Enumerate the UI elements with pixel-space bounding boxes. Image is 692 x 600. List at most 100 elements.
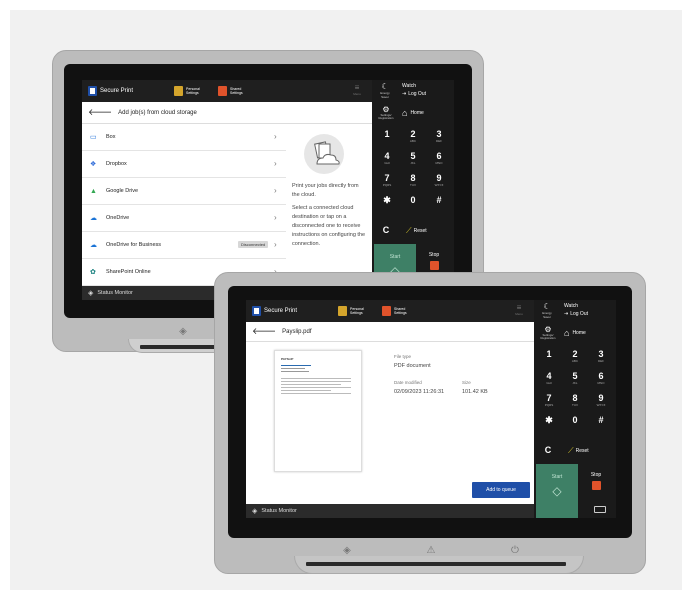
logout-icon: ⇥	[564, 311, 569, 317]
menu-icon: ≡	[516, 303, 522, 312]
home-hardware-icon[interactable]: ◈	[176, 325, 190, 339]
key-digit: 5	[410, 151, 416, 161]
keypad-key[interactable]: #	[590, 416, 612, 425]
document-preview: PAYSLIP	[274, 350, 362, 472]
title-bar: 🡐 Add job(s) from cloud storage	[82, 102, 372, 124]
cloud-storage-item[interactable]: ▭ Box ›	[82, 124, 286, 151]
side-panel: ☾ Energy Saver Watch ⇥ Log Out ⚙ Settings…	[372, 80, 454, 300]
keypad-key[interactable]: 0	[564, 416, 586, 425]
stop-icon	[429, 261, 439, 270]
date-modified-label: Date modified	[394, 380, 422, 385]
size-label: Size	[462, 380, 471, 385]
key-digit: 4	[384, 151, 390, 161]
user-name: Watch	[564, 303, 578, 309]
key-letters: GHI	[546, 381, 552, 385]
key-letters: TUV	[572, 403, 578, 407]
keyboard-icon[interactable]	[594, 506, 606, 513]
personal-settings-button[interactable]: Personal Settings	[338, 305, 376, 317]
secure-print-app-button[interactable]: Secure Print	[252, 305, 297, 317]
reset-button[interactable]: ⟋ Reset	[406, 226, 427, 236]
stop-icon	[591, 481, 601, 490]
keypad-key[interactable]: 6 MNO	[590, 371, 612, 386]
logout-button[interactable]: ⇥ Log Out	[564, 311, 588, 317]
back-arrow-icon[interactable]: 🡐	[252, 326, 276, 337]
keypad-key[interactable]: 8 TUV	[402, 174, 424, 188]
key-digit: 7	[384, 173, 390, 183]
back-screen: Secure Print Personal Settings Shared Se…	[82, 80, 454, 300]
keypad-key[interactable]: 0	[402, 196, 424, 205]
energy-saver-button[interactable]: ☾ Energy Saver	[538, 302, 556, 320]
key-digit: 6	[598, 371, 604, 381]
key-letters: WXYZ	[434, 183, 444, 187]
clear-key[interactable]: C	[540, 446, 556, 455]
reset-button[interactable]: ⟋ Reset	[568, 446, 589, 456]
key-digit: ✱	[383, 195, 391, 205]
keypad-key[interactable]: #	[428, 196, 450, 205]
stop-button[interactable]: Stop	[422, 252, 446, 270]
cloud-storage-item[interactable]: ☁ OneDrive for Business Disconnected ›	[82, 232, 286, 259]
file-type-value: PDF document	[394, 363, 431, 369]
energy-saver-button[interactable]: ☾ Energy Saver	[376, 83, 394, 100]
secure-print-app-button[interactable]: Secure Print	[88, 85, 133, 97]
keypad-key[interactable]: 2 ABC	[564, 350, 586, 364]
clear-key[interactable]: C	[378, 226, 394, 235]
keypad-key[interactable]: 2 ABC	[402, 130, 424, 144]
keypad-key[interactable]: 5 JKL	[402, 151, 424, 166]
shared-settings-button[interactable]: Shared Settings	[382, 305, 418, 317]
cloud-service-label: OneDrive for Business	[106, 242, 162, 248]
keypad-key[interactable]: 9 WXYZ	[590, 394, 612, 408]
cloud-service-label: Box	[106, 134, 116, 140]
moon-icon: ☾	[543, 302, 551, 311]
keypad-key[interactable]: 7 PQRS	[376, 173, 398, 188]
status-monitor-bar[interactable]: ◈ Status Monitor	[246, 504, 534, 518]
personal-settings-icon	[174, 86, 183, 96]
key-digit: 1	[384, 129, 390, 139]
home-button[interactable]: ⌂ Home	[564, 328, 586, 338]
shared-settings-button[interactable]: Shared Settings	[218, 85, 254, 97]
start-button[interactable]: Start ◇	[536, 464, 578, 518]
keypad-key[interactable]: 6 MNO	[428, 152, 450, 166]
keypad-key[interactable]: 4 GHI	[376, 151, 398, 166]
keypad-key[interactable]: 1	[376, 130, 398, 139]
file-type-label: File type	[394, 354, 412, 359]
keypad-key[interactable]: 3 DEF	[590, 350, 612, 364]
keypad-key[interactable]: 9 WXYZ	[428, 174, 450, 188]
personal-settings-button[interactable]: Personal Settings	[174, 85, 212, 97]
key-letters: PQRS	[544, 403, 554, 407]
menu-button[interactable]: ≡ Menu	[350, 84, 364, 97]
page-title: Add job(s) from cloud storage	[118, 109, 197, 116]
keypad-key[interactable]: 1	[538, 350, 560, 359]
cloud-service-icon: ☁	[90, 242, 97, 249]
info-body: Select a connected cloud destination or …	[292, 205, 366, 247]
key-letters: ABC	[409, 139, 417, 143]
keypad-key[interactable]: 7 PQRS	[538, 394, 560, 408]
key-letters: PQRS	[382, 183, 392, 187]
cloud-service-label: Dropbox	[106, 161, 127, 167]
keypad-key[interactable]: 4 GHI	[538, 372, 560, 386]
logout-button[interactable]: ⇥ Log Out	[402, 91, 426, 97]
keypad-key[interactable]: ✱	[376, 196, 398, 205]
menu-button[interactable]: ≡ Menu	[512, 303, 526, 317]
home-button[interactable]: ⌂ Home	[402, 108, 424, 118]
settings-registration-button[interactable]: ⚙ Settings/ Registration	[538, 326, 558, 340]
keypad-key[interactable]: ✱	[538, 416, 560, 425]
cloud-storage-item[interactable]: ▲ Google Drive ›	[82, 178, 286, 205]
stop-button[interactable]: Stop	[584, 472, 608, 490]
cloud-storage-item[interactable]: ☁ OneDrive ›	[82, 205, 286, 232]
home-hardware-icon[interactable]: ◈	[340, 544, 354, 558]
key-digit: 8	[572, 393, 578, 403]
keypad-key[interactable]: 3 DEF	[428, 130, 450, 144]
add-to-queue-button[interactable]: Add to queue	[472, 482, 530, 498]
secure-print-icon	[252, 306, 261, 316]
power-hardware-icon[interactable]: ⏻	[508, 544, 522, 558]
chevron-right-icon: ›	[274, 213, 277, 222]
cloud-storage-item[interactable]: ❖ Dropbox ›	[82, 151, 286, 178]
keypad-key[interactable]: 5 JKL	[564, 372, 586, 386]
preview-doc-title: PAYSLIP	[281, 357, 294, 361]
key-letters: ABC	[571, 359, 579, 363]
back-arrow-icon[interactable]: 🡐	[88, 107, 112, 118]
key-letters: TUV	[410, 183, 416, 187]
chevron-right-icon: ›	[274, 159, 277, 168]
keypad-key[interactable]: 8 TUV	[564, 393, 586, 408]
settings-registration-button[interactable]: ⚙ Settings/ Registration	[376, 106, 396, 120]
